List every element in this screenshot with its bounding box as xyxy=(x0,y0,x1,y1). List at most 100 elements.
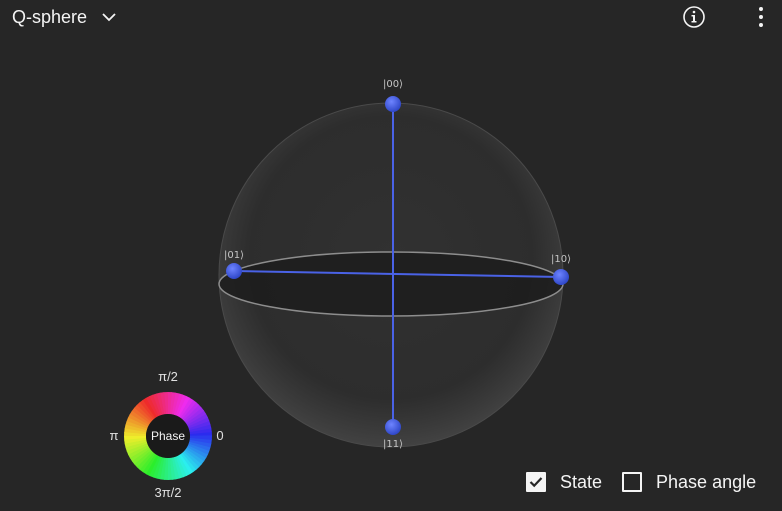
phase-wheel-segment xyxy=(149,455,161,478)
phase-wheel-segment xyxy=(134,450,153,468)
view-title: Q-sphere xyxy=(12,6,88,27)
phase-wheel-segment xyxy=(168,457,173,480)
phase-wheel-segment xyxy=(152,456,163,479)
phase-label-zero: 0 xyxy=(216,428,223,443)
panel-header: Q-sphere xyxy=(0,0,782,34)
phase-wheel-segment xyxy=(159,392,167,415)
phase-wheel-segment xyxy=(156,457,165,480)
view-dropdown[interactable]: Q-sphere xyxy=(12,4,117,30)
chevron-down-icon xyxy=(101,12,117,22)
state-label-10: |10⟩ xyxy=(551,254,571,265)
phase-wheel-segment xyxy=(184,407,205,424)
phase-wheel-segment xyxy=(136,451,155,471)
phase-wheel-segment xyxy=(177,454,191,476)
phase-wheel-segment xyxy=(156,392,165,415)
phase-wheel-segment xyxy=(189,439,212,448)
phase-wheel-segment xyxy=(124,437,147,445)
phase-wheel-segment xyxy=(183,449,203,468)
phase-wheel-segment xyxy=(177,395,190,417)
info-icon[interactable] xyxy=(682,5,706,29)
qsphere-panel: Q-sphere |00⟩ |01⟩ |10⟩ |11⟩ Phase π/2 π… xyxy=(0,0,782,511)
phase-wheel-segment xyxy=(167,392,172,415)
equator-plane xyxy=(218,251,564,317)
phase-wheel-segment xyxy=(125,441,148,452)
phase-wheel-segment xyxy=(189,435,212,440)
state-node-11[interactable] xyxy=(385,419,401,435)
phase-wheel-segment xyxy=(124,439,147,448)
phase-wheel-segment xyxy=(127,414,149,427)
phase-wheel-segment xyxy=(187,443,210,455)
sphere-body xyxy=(218,102,564,448)
phase-wheel-segment xyxy=(139,399,156,420)
phase-wheel-segment xyxy=(187,445,209,458)
phase-wheel-segment xyxy=(187,416,210,429)
phase-wheel-segment xyxy=(188,441,211,452)
phase-wheel-segment xyxy=(142,397,157,419)
phase-wheel-segment xyxy=(175,394,187,417)
overflow-menu-vertical-icon[interactable] xyxy=(752,4,770,30)
phase-wheel-segment xyxy=(171,392,180,415)
phase-wheel-segment xyxy=(180,399,197,420)
state-checkbox-label: State xyxy=(560,471,603,492)
state-label-11: |11⟩ xyxy=(383,439,403,450)
phase-wheel-segment xyxy=(133,404,153,423)
horizontal-state-line xyxy=(233,270,562,278)
phase-wheel-segment xyxy=(129,447,151,462)
phase-wheel-segment xyxy=(142,454,158,475)
state-node-01[interactable] xyxy=(226,263,242,279)
checkmark-icon xyxy=(529,477,543,488)
phase-wheel-segment xyxy=(189,437,212,444)
phase-wheel-segment xyxy=(173,393,184,416)
qsphere-visualization: |00⟩ |01⟩ |10⟩ |11⟩ Phase π/2 π 0 3π/2 xyxy=(0,0,782,511)
phase-wheel-segment xyxy=(136,402,154,421)
phase-wheel-segment xyxy=(163,392,168,415)
phase-wheel-segment xyxy=(171,457,180,480)
phase-wheel-segment xyxy=(189,431,212,436)
phase-wheel-segment xyxy=(148,394,161,417)
phase-wheel-segment xyxy=(160,457,167,480)
phase-wheel-segment xyxy=(124,428,147,435)
phase-wheel-center-label: Phase xyxy=(151,429,185,443)
phase-wheel-segment xyxy=(179,453,194,475)
phase-wheel-segment xyxy=(183,404,202,422)
phase-wheel-segment xyxy=(128,445,150,459)
phase-angle-checkbox-box[interactable] xyxy=(622,472,643,492)
phase-wheel-segment xyxy=(152,393,163,416)
state-node-10[interactable] xyxy=(553,269,569,285)
phase-angle-checkbox[interactable]: Phase angle xyxy=(622,472,756,493)
phase-wheel-segment xyxy=(189,427,212,435)
state-label-00: |00⟩ xyxy=(383,79,403,90)
phase-wheel-segment xyxy=(169,392,176,415)
phase-wheel-segment xyxy=(164,457,169,480)
phase-wheel-segment xyxy=(186,446,207,462)
phase-wheel-segment xyxy=(178,397,194,418)
state-node-00[interactable] xyxy=(385,96,401,112)
phase-wheel-segment xyxy=(124,432,147,437)
phase-wheel-segment xyxy=(131,407,152,424)
phase-color-wheel: Phase π/2 π 0 3π/2 xyxy=(110,369,224,500)
phase-label-pi: π xyxy=(110,428,119,443)
phase-wheel-segment xyxy=(145,396,159,418)
phase-wheel-segment xyxy=(126,417,149,429)
phase-wheel-segment xyxy=(184,448,205,465)
phase-wheel-segment xyxy=(182,451,200,470)
phase-wheel-segment xyxy=(131,448,152,465)
state-checkbox[interactable]: State xyxy=(526,472,602,493)
phase-wheel-segment xyxy=(125,420,148,431)
state-checkbox-box[interactable] xyxy=(526,472,546,492)
phase-wheel-segment xyxy=(126,443,149,456)
display-options: State Phase angle xyxy=(526,468,756,496)
state-label-01: |01⟩ xyxy=(224,250,244,261)
phase-wheel-segment xyxy=(185,410,207,425)
phase-wheel-segment xyxy=(188,420,211,431)
phase-wheel-segment xyxy=(173,456,184,479)
phase-wheel-segment xyxy=(186,413,208,427)
phase-wheel-segment xyxy=(124,424,147,433)
phase-wheel-segment xyxy=(189,424,212,433)
phase-wheel-segment xyxy=(124,436,147,441)
phase-wheel-segment xyxy=(169,457,177,480)
phase-wheel-segment xyxy=(129,410,150,426)
phase-wheel-segment xyxy=(181,401,200,421)
phase-wheel-segment xyxy=(180,452,197,473)
phase-label-pi-over-2: π/2 xyxy=(158,369,178,384)
